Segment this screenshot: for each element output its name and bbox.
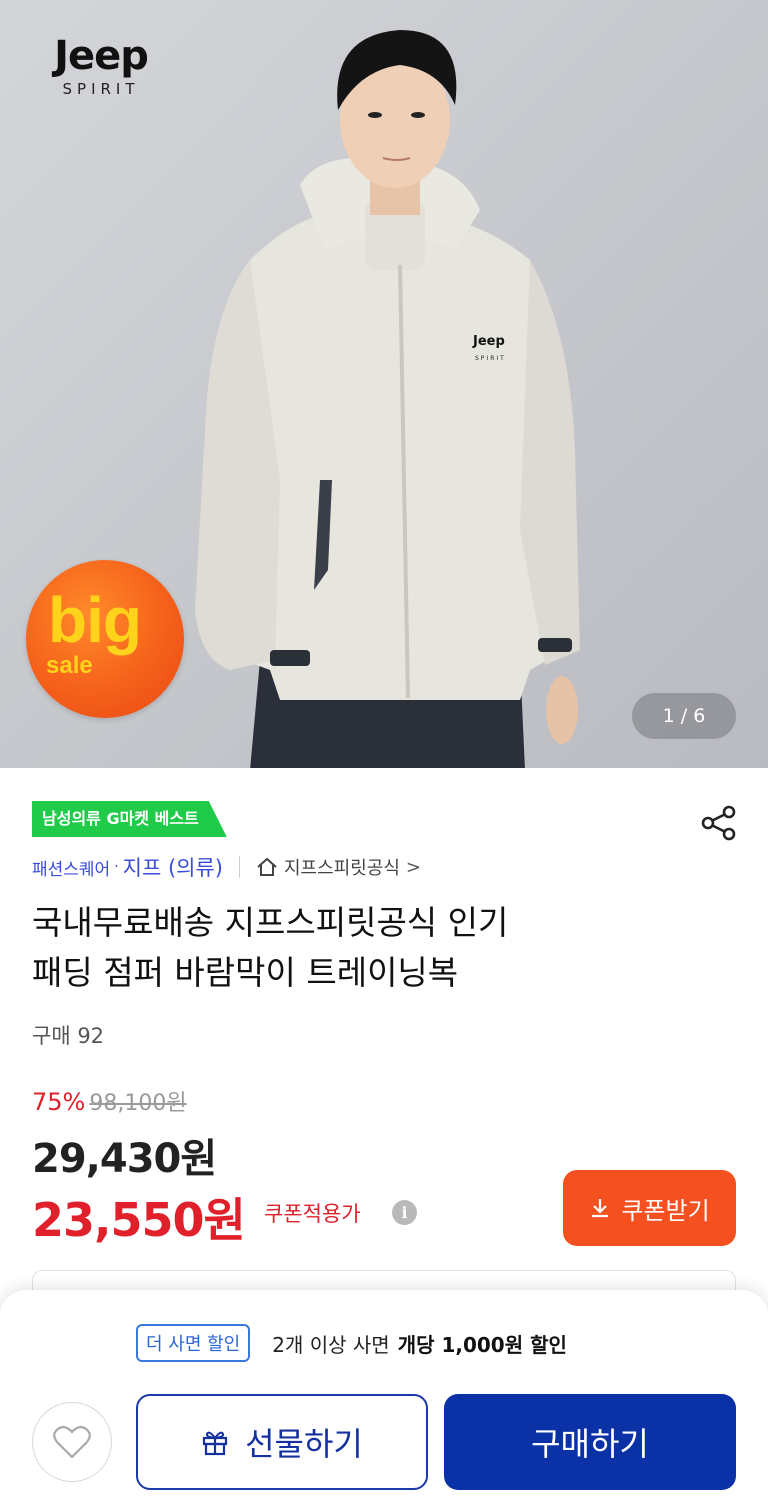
bulk-discount-text: 2개 이상 사면 bbox=[272, 1332, 390, 1357]
brand-logo: Jeep SPIRIT bbox=[40, 34, 162, 98]
product-title-line-2: 패딩 점퍼 바람막이 트레이닝복 bbox=[32, 953, 459, 992]
sale-price: 29,430원 bbox=[32, 1136, 217, 1182]
coupon-price: 23,550원 bbox=[32, 1193, 246, 1247]
breadcrumb-brand[interactable]: 지프 (의류) bbox=[123, 852, 223, 882]
breadcrumb: 패션스퀘어 · 지프 (의류) 지프스피릿공식 > bbox=[32, 852, 421, 882]
download-icon bbox=[592, 1199, 609, 1218]
coupon-price-label: 쿠폰적용가 bbox=[264, 1202, 361, 1226]
download-coupon-button[interactable]: 쿠폰받기 bbox=[563, 1170, 736, 1246]
brand-logo-main: Jeep bbox=[54, 33, 149, 79]
big-sale-sale-text: sale bbox=[46, 652, 93, 679]
chevron-right-icon: > bbox=[405, 856, 422, 878]
gift-icon bbox=[203, 1431, 228, 1456]
big-sale-badge: big sale bbox=[26, 560, 184, 718]
original-price: 98,100원 bbox=[89, 1091, 187, 1116]
product-title-line-1: 국내무료배송 지프스피릿공식 인기 bbox=[32, 903, 509, 942]
breadcrumb-dot: · bbox=[114, 859, 119, 875]
model-wearing-jacket-image: Jeep SPIRIT bbox=[195, 30, 580, 768]
info-icon[interactable]: i bbox=[392, 1200, 417, 1225]
product-title: 국내무료배송 지프스피릿공식 인기 패딩 점퍼 바람막이 트레이닝복 bbox=[32, 898, 732, 998]
breadcrumb-store[interactable]: 패션스퀘어 bbox=[32, 855, 110, 880]
wishlist-button[interactable] bbox=[32, 1402, 112, 1482]
best-seller-badge[interactable]: 남성의류 G마켓 베스트 bbox=[32, 801, 227, 837]
breadcrumb-divider bbox=[239, 856, 240, 878]
share-icon[interactable] bbox=[700, 804, 738, 842]
product-image-carousel[interactable]: Jeep SPIRIT Jeep SPIRIT big sale 1 / 6 bbox=[0, 0, 768, 768]
breadcrumb-shop-link[interactable]: 지프스피릿공식 bbox=[284, 854, 400, 880]
discount-rate: 75% bbox=[32, 1088, 86, 1116]
buy-button[interactable]: 구매하기 bbox=[444, 1394, 736, 1490]
gift-button[interactable]: 선물하기 bbox=[136, 1394, 428, 1490]
discount-row: 75% 98,100원 bbox=[32, 1085, 187, 1117]
big-sale-big-text: big bbox=[48, 584, 142, 656]
image-page-indicator: 1 / 6 bbox=[632, 693, 736, 739]
gift-button-label: 선물하기 bbox=[245, 1425, 363, 1463]
bulk-discount-promo: 더 사면 할인 2개 이상 사면 개당 1,000원 할인 bbox=[136, 1324, 567, 1362]
download-coupon-label: 쿠폰받기 bbox=[621, 1196, 710, 1225]
home-icon bbox=[257, 857, 277, 876]
bulk-discount-amount: 개당 1,000원 할인 bbox=[397, 1332, 567, 1357]
jacket-chest-logo: Jeep bbox=[472, 334, 505, 349]
heart-icon bbox=[53, 1425, 91, 1459]
purchase-count: 구매 92 bbox=[32, 1024, 105, 1048]
brand-logo-sub: SPIRIT bbox=[62, 80, 140, 98]
bottom-purchase-bar: 더 사면 할인 2개 이상 사면 개당 1,000원 할인 선물하기 구매하기 bbox=[0, 1290, 768, 1507]
svg-text:SPIRIT: SPIRIT bbox=[475, 355, 506, 362]
bulk-discount-tag: 더 사면 할인 bbox=[136, 1324, 251, 1362]
